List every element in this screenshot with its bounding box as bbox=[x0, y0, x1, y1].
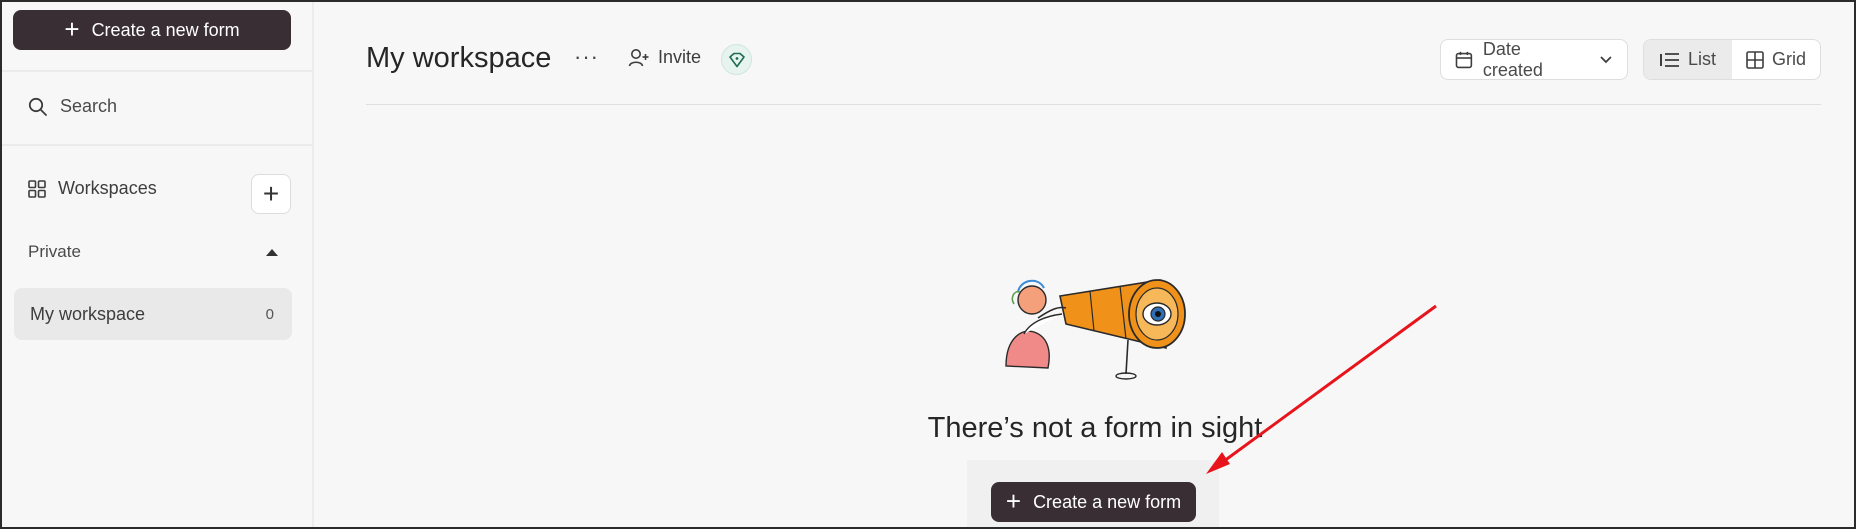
upgrade-diamond-button[interactable] bbox=[721, 44, 752, 75]
list-icon bbox=[1659, 52, 1679, 67]
grid-view-label: Grid bbox=[1771, 49, 1806, 69]
sort-label: Date created bbox=[1482, 38, 1543, 80]
telescope-illustration bbox=[1005, 279, 1186, 380]
invite-button[interactable]: Invite bbox=[628, 47, 701, 68]
sidebar-search[interactable]: Search bbox=[28, 96, 117, 117]
search-label: Search bbox=[60, 96, 118, 116]
sort-dropdown[interactable]: Date created bbox=[1440, 39, 1628, 80]
private-label: Private bbox=[28, 242, 81, 261]
sidebar-item-my-workspace[interactable]: My workspace 0 bbox=[14, 288, 292, 340]
search-icon bbox=[28, 97, 47, 116]
sidebar-divider bbox=[2, 144, 314, 146]
header-divider bbox=[366, 104, 1821, 105]
workspace-item-label: My workspace bbox=[30, 303, 146, 324]
grid-view-button[interactable]: Grid bbox=[1732, 40, 1820, 79]
sidebar-divider bbox=[2, 70, 314, 72]
list-view-button[interactable]: List bbox=[1644, 40, 1732, 79]
workspaces-label: Workspaces bbox=[58, 178, 157, 198]
caret-up-icon bbox=[266, 248, 278, 256]
sidebar-create-form-label: Create a new form bbox=[91, 19, 240, 40]
private-section-toggle[interactable]: Private bbox=[28, 242, 284, 262]
more-options-button[interactable]: ··· bbox=[574, 44, 599, 70]
create-form-button[interactable]: + Create a new form bbox=[991, 482, 1196, 522]
plus-icon: + bbox=[1005, 486, 1022, 516]
view-toggle: List Grid bbox=[1643, 39, 1821, 80]
add-workspace-button[interactable]: + bbox=[251, 174, 291, 214]
add-user-icon bbox=[628, 48, 649, 66]
grid-icon bbox=[28, 179, 46, 198]
grid-view-icon bbox=[1746, 50, 1764, 69]
page-title: My workspace bbox=[366, 42, 552, 74]
empty-state-title: There’s not a form in sight bbox=[927, 412, 1263, 444]
sidebar: + Create a new form Search Workspaces + … bbox=[2, 2, 314, 527]
plus-icon: + bbox=[262, 178, 280, 209]
create-form-label: Create a new form bbox=[1033, 491, 1182, 512]
workspace-form-count: 0 bbox=[265, 305, 274, 323]
plus-icon: + bbox=[64, 14, 80, 44]
workspaces-heading: Workspaces bbox=[28, 178, 157, 199]
invite-label: Invite bbox=[658, 47, 702, 67]
calendar-icon bbox=[1455, 51, 1473, 68]
chevron-down-icon bbox=[1600, 55, 1612, 63]
diamond-icon bbox=[728, 52, 745, 67]
list-view-label: List bbox=[1687, 49, 1716, 69]
sidebar-create-form-button[interactable]: + Create a new form bbox=[13, 10, 291, 50]
